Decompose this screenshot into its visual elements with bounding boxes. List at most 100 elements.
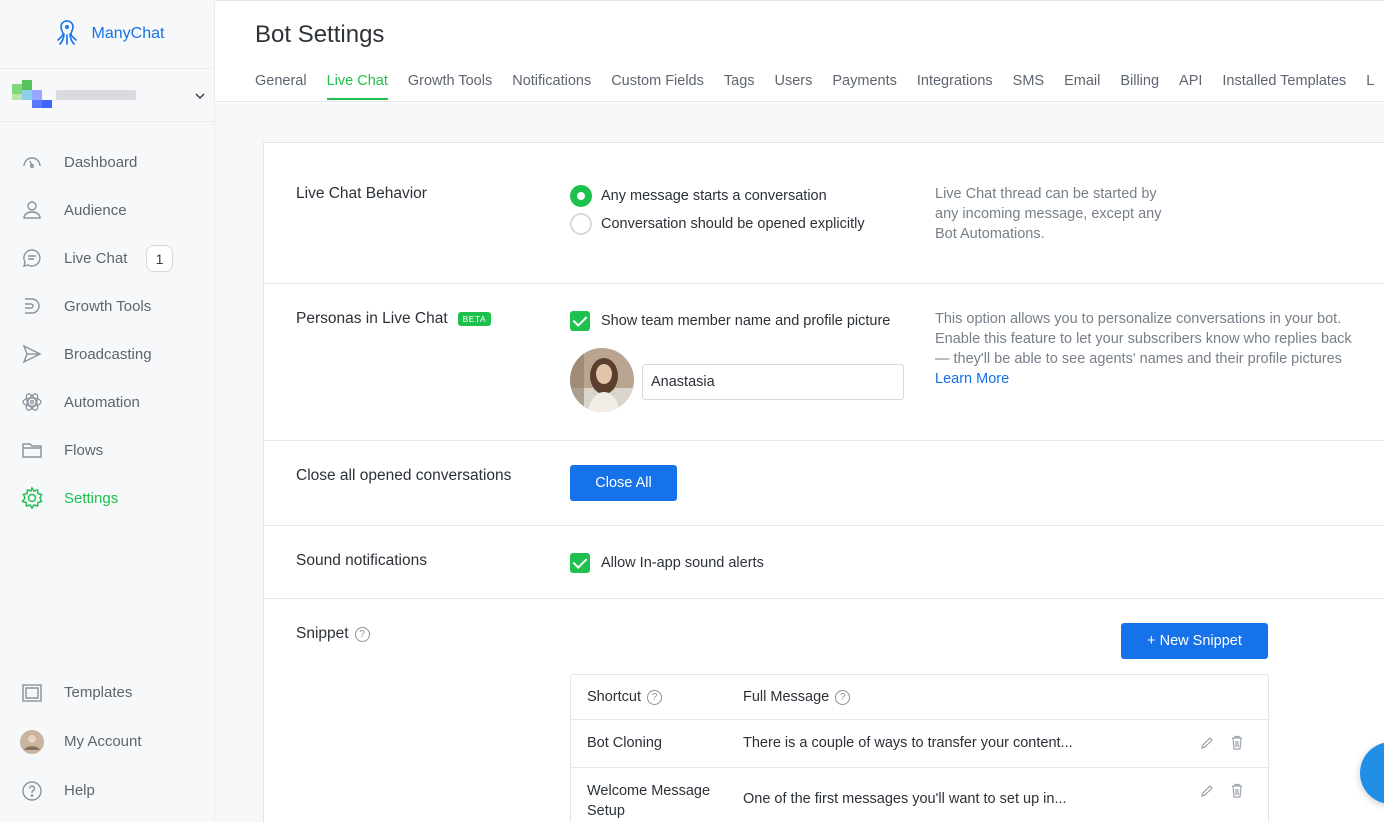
sidebar-item-label: Help (64, 782, 95, 799)
column-label: Shortcut (587, 689, 641, 705)
section-close-all: Close all opened conversations Close All (264, 441, 1384, 526)
send-icon (20, 342, 44, 366)
chat-bubble-icon (20, 246, 44, 270)
sidebar-item-templates[interactable]: Templates (0, 668, 215, 717)
column-header-shortcut: Shortcut ? (587, 689, 662, 705)
sidebar-item-settings[interactable]: Settings (0, 474, 215, 522)
sidebar-item-audience[interactable]: Audience (0, 186, 215, 234)
radio-selected[interactable] (570, 185, 592, 207)
behavior-help-text: Live Chat thread can be started by any i… (935, 186, 1162, 242)
tab-general[interactable]: General (255, 73, 307, 100)
persona-avatar[interactable] (570, 348, 634, 412)
help-icon (20, 779, 44, 803)
sidebar-item-help[interactable]: Help (0, 766, 215, 815)
trash-icon[interactable] (1230, 783, 1244, 802)
sidebar-nav: Dashboard Audience Live Chat 1 Growth To… (0, 138, 215, 522)
tab-live-chat[interactable]: Live Chat (326, 73, 388, 100)
trash-icon[interactable] (1230, 735, 1244, 754)
radio-any-message[interactable]: Any message starts a conversation (570, 185, 827, 207)
snippet-shortcut: Bot Cloning (587, 735, 662, 751)
column-header-full-message: Full Message ? (743, 689, 851, 705)
settings-tabs: General Live Chat Growth Tools Notificat… (255, 73, 1374, 100)
row-actions (1200, 735, 1244, 754)
tab-integrations[interactable]: Integrations (917, 73, 993, 100)
manychat-logo-icon (50, 17, 84, 52)
sidebar-item-label: Flows (64, 441, 104, 459)
sidebar-item-my-account[interactable]: My Account (0, 717, 215, 766)
close-all-button[interactable]: Close All (570, 465, 677, 501)
column-label: Full Message (743, 689, 830, 705)
section-label: Snippet ? (296, 625, 370, 643)
tab-custom-fields[interactable]: Custom Fields (611, 73, 704, 100)
tab-sms[interactable]: SMS (1013, 73, 1044, 100)
page-title: Bot Settings (255, 21, 385, 48)
brand-name: ManyChat (91, 25, 165, 42)
unread-count-badge: 1 (146, 245, 173, 272)
growth-tools-icon (20, 294, 44, 318)
tab-billing[interactable]: Billing (1120, 73, 1159, 100)
table-row[interactable]: Bot Cloning There is a couple of ways to… (571, 720, 1268, 768)
beta-badge: BETA (457, 312, 492, 326)
sidebar-item-automation[interactable]: Automation (0, 378, 215, 426)
person-icon (20, 198, 44, 222)
dashboard-icon (20, 150, 44, 174)
tab-email[interactable]: Email (1064, 73, 1100, 100)
sidebar-item-label: Live Chat (64, 249, 128, 267)
help-icon[interactable]: ? (835, 689, 851, 705)
sidebar-item-growth-tools[interactable]: Growth Tools (0, 282, 215, 330)
snippet-message: One of the first messages you'll want to… (743, 791, 1067, 807)
page-name-redacted (56, 90, 136, 100)
radio-opened-explicitly[interactable]: Conversation should be opened explicitly (570, 213, 865, 235)
page-avatar (12, 78, 52, 112)
checkbox-sound-alerts[interactable]: Allow In-app sound alerts (570, 553, 764, 573)
sidebar-item-label: Automation (64, 393, 140, 411)
row-actions (1200, 783, 1244, 802)
table-row[interactable]: Welcome Message Setup One of the first m… (571, 768, 1268, 822)
snippet-table: Shortcut ? Full Message ? Bot Cloning Th… (570, 674, 1269, 822)
tab-growth-tools[interactable]: Growth Tools (408, 73, 492, 100)
avatar (20, 729, 44, 754)
section-label: Live Chat Behavior (296, 185, 427, 202)
checkbox-show-team-member[interactable]: Show team member name and profile pictur… (570, 311, 890, 331)
chevron-down-icon[interactable] (195, 89, 205, 103)
snippet-label: Snippet (296, 625, 349, 642)
radio-label: Any message starts a conversation (601, 188, 827, 204)
checkbox-checked[interactable] (570, 311, 590, 331)
gear-icon (20, 486, 44, 510)
help-icon[interactable]: ? (647, 689, 662, 705)
personas-label: Personas in Live Chat (296, 310, 448, 327)
account-switcher[interactable] (0, 68, 215, 122)
tab-users[interactable]: Users (775, 73, 813, 100)
settings-card: Live Chat Behavior Any message starts a … (263, 142, 1384, 822)
brand-logo[interactable]: ManyChat (0, 0, 214, 68)
folder-icon (20, 438, 44, 462)
sidebar-item-flows[interactable]: Flows (0, 426, 215, 474)
radio-unselected[interactable] (570, 213, 592, 235)
tab-api[interactable]: API (1179, 73, 1202, 100)
pencil-icon[interactable] (1200, 736, 1214, 754)
sidebar: ManyChat Dashboard Audience Live Chat 1 … (0, 0, 215, 822)
sidebar-item-label: Audience (64, 201, 127, 219)
sidebar-item-dashboard[interactable]: Dashboard (0, 138, 215, 186)
sidebar-item-live-chat[interactable]: Live Chat 1 (0, 234, 215, 282)
checkbox-checked[interactable] (570, 553, 590, 573)
sidebar-item-label: My Account (64, 733, 142, 750)
sidebar-item-label: Growth Tools (64, 297, 152, 315)
section-label: Sound notifications (296, 552, 427, 569)
sidebar-item-broadcasting[interactable]: Broadcasting (0, 330, 215, 378)
pencil-icon[interactable] (1200, 784, 1214, 802)
personas-help-body: This option allows you to personalize co… (935, 311, 1352, 367)
tab-overflow[interactable]: L (1366, 73, 1374, 100)
section-snippet: Snippet ? + New Snippet Shortcut ? Full … (264, 599, 1384, 822)
persona-name-input[interactable] (642, 364, 904, 400)
section-live-chat-behavior: Live Chat Behavior Any message starts a … (264, 143, 1384, 284)
sidebar-item-label: Broadcasting (64, 345, 152, 363)
help-icon[interactable]: ? (354, 626, 370, 642)
tab-notifications[interactable]: Notifications (512, 73, 591, 100)
new-snippet-button[interactable]: + New Snippet (1121, 623, 1268, 659)
atom-icon (20, 390, 44, 414)
tab-tags[interactable]: Tags (724, 73, 755, 100)
tab-payments[interactable]: Payments (832, 73, 896, 100)
learn-more-link[interactable]: Learn More (935, 371, 1009, 387)
tab-installed-templates[interactable]: Installed Templates (1222, 73, 1346, 100)
